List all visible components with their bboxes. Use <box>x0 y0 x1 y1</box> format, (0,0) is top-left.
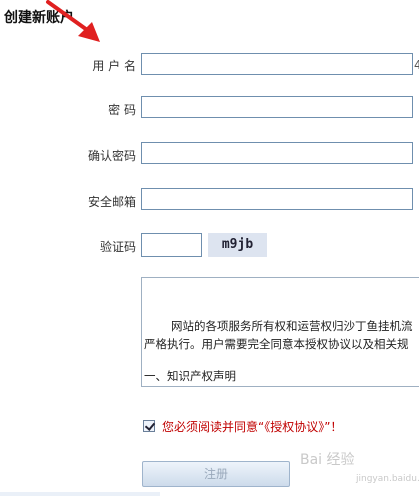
baidu-watermark: Bai 经验 <box>300 452 355 468</box>
captcha-input[interactable] <box>141 233 202 257</box>
bottom-strip <box>0 492 160 496</box>
username-label: 用 户 名 <box>92 59 136 73</box>
password-label: 密 码 <box>108 103 136 117</box>
agreement-textbox[interactable]: 网站的各项服务所有权和运营权归沙丁鱼挂机流 严格执行。用户需要完全同意本授权协议… <box>141 277 419 387</box>
confirm-password-input[interactable] <box>141 142 413 164</box>
agree-consent-text: 您必须阅读并同意“《授权协议》”！ <box>162 420 343 434</box>
red-arrow-annotation <box>46 0 100 42</box>
edge-glyph: 4 <box>414 58 419 72</box>
email-label: 安全邮箱 <box>87 195 136 209</box>
captcha-label: 验证码 <box>99 240 136 254</box>
username-input[interactable] <box>141 53 413 75</box>
agreement-line-3: 一、知识产权声明 <box>144 369 236 383</box>
captcha-image[interactable]: m9jb <box>208 233 267 257</box>
email-input[interactable] <box>141 188 413 210</box>
baidu-watermark-url: jingyan.baidu.com <box>356 474 419 484</box>
confirm-password-label: 确认密码 <box>87 149 136 163</box>
agree-checkbox[interactable] <box>143 420 155 432</box>
password-input[interactable] <box>141 96 413 118</box>
register-button[interactable]: 注册 <box>142 461 290 487</box>
agreement-line-2: 严格执行。用户需要完全同意本授权协议以及相关规 <box>144 337 409 351</box>
agreement-line-1: 网站的各项服务所有权和运营权归沙丁鱼挂机流 <box>171 319 413 333</box>
